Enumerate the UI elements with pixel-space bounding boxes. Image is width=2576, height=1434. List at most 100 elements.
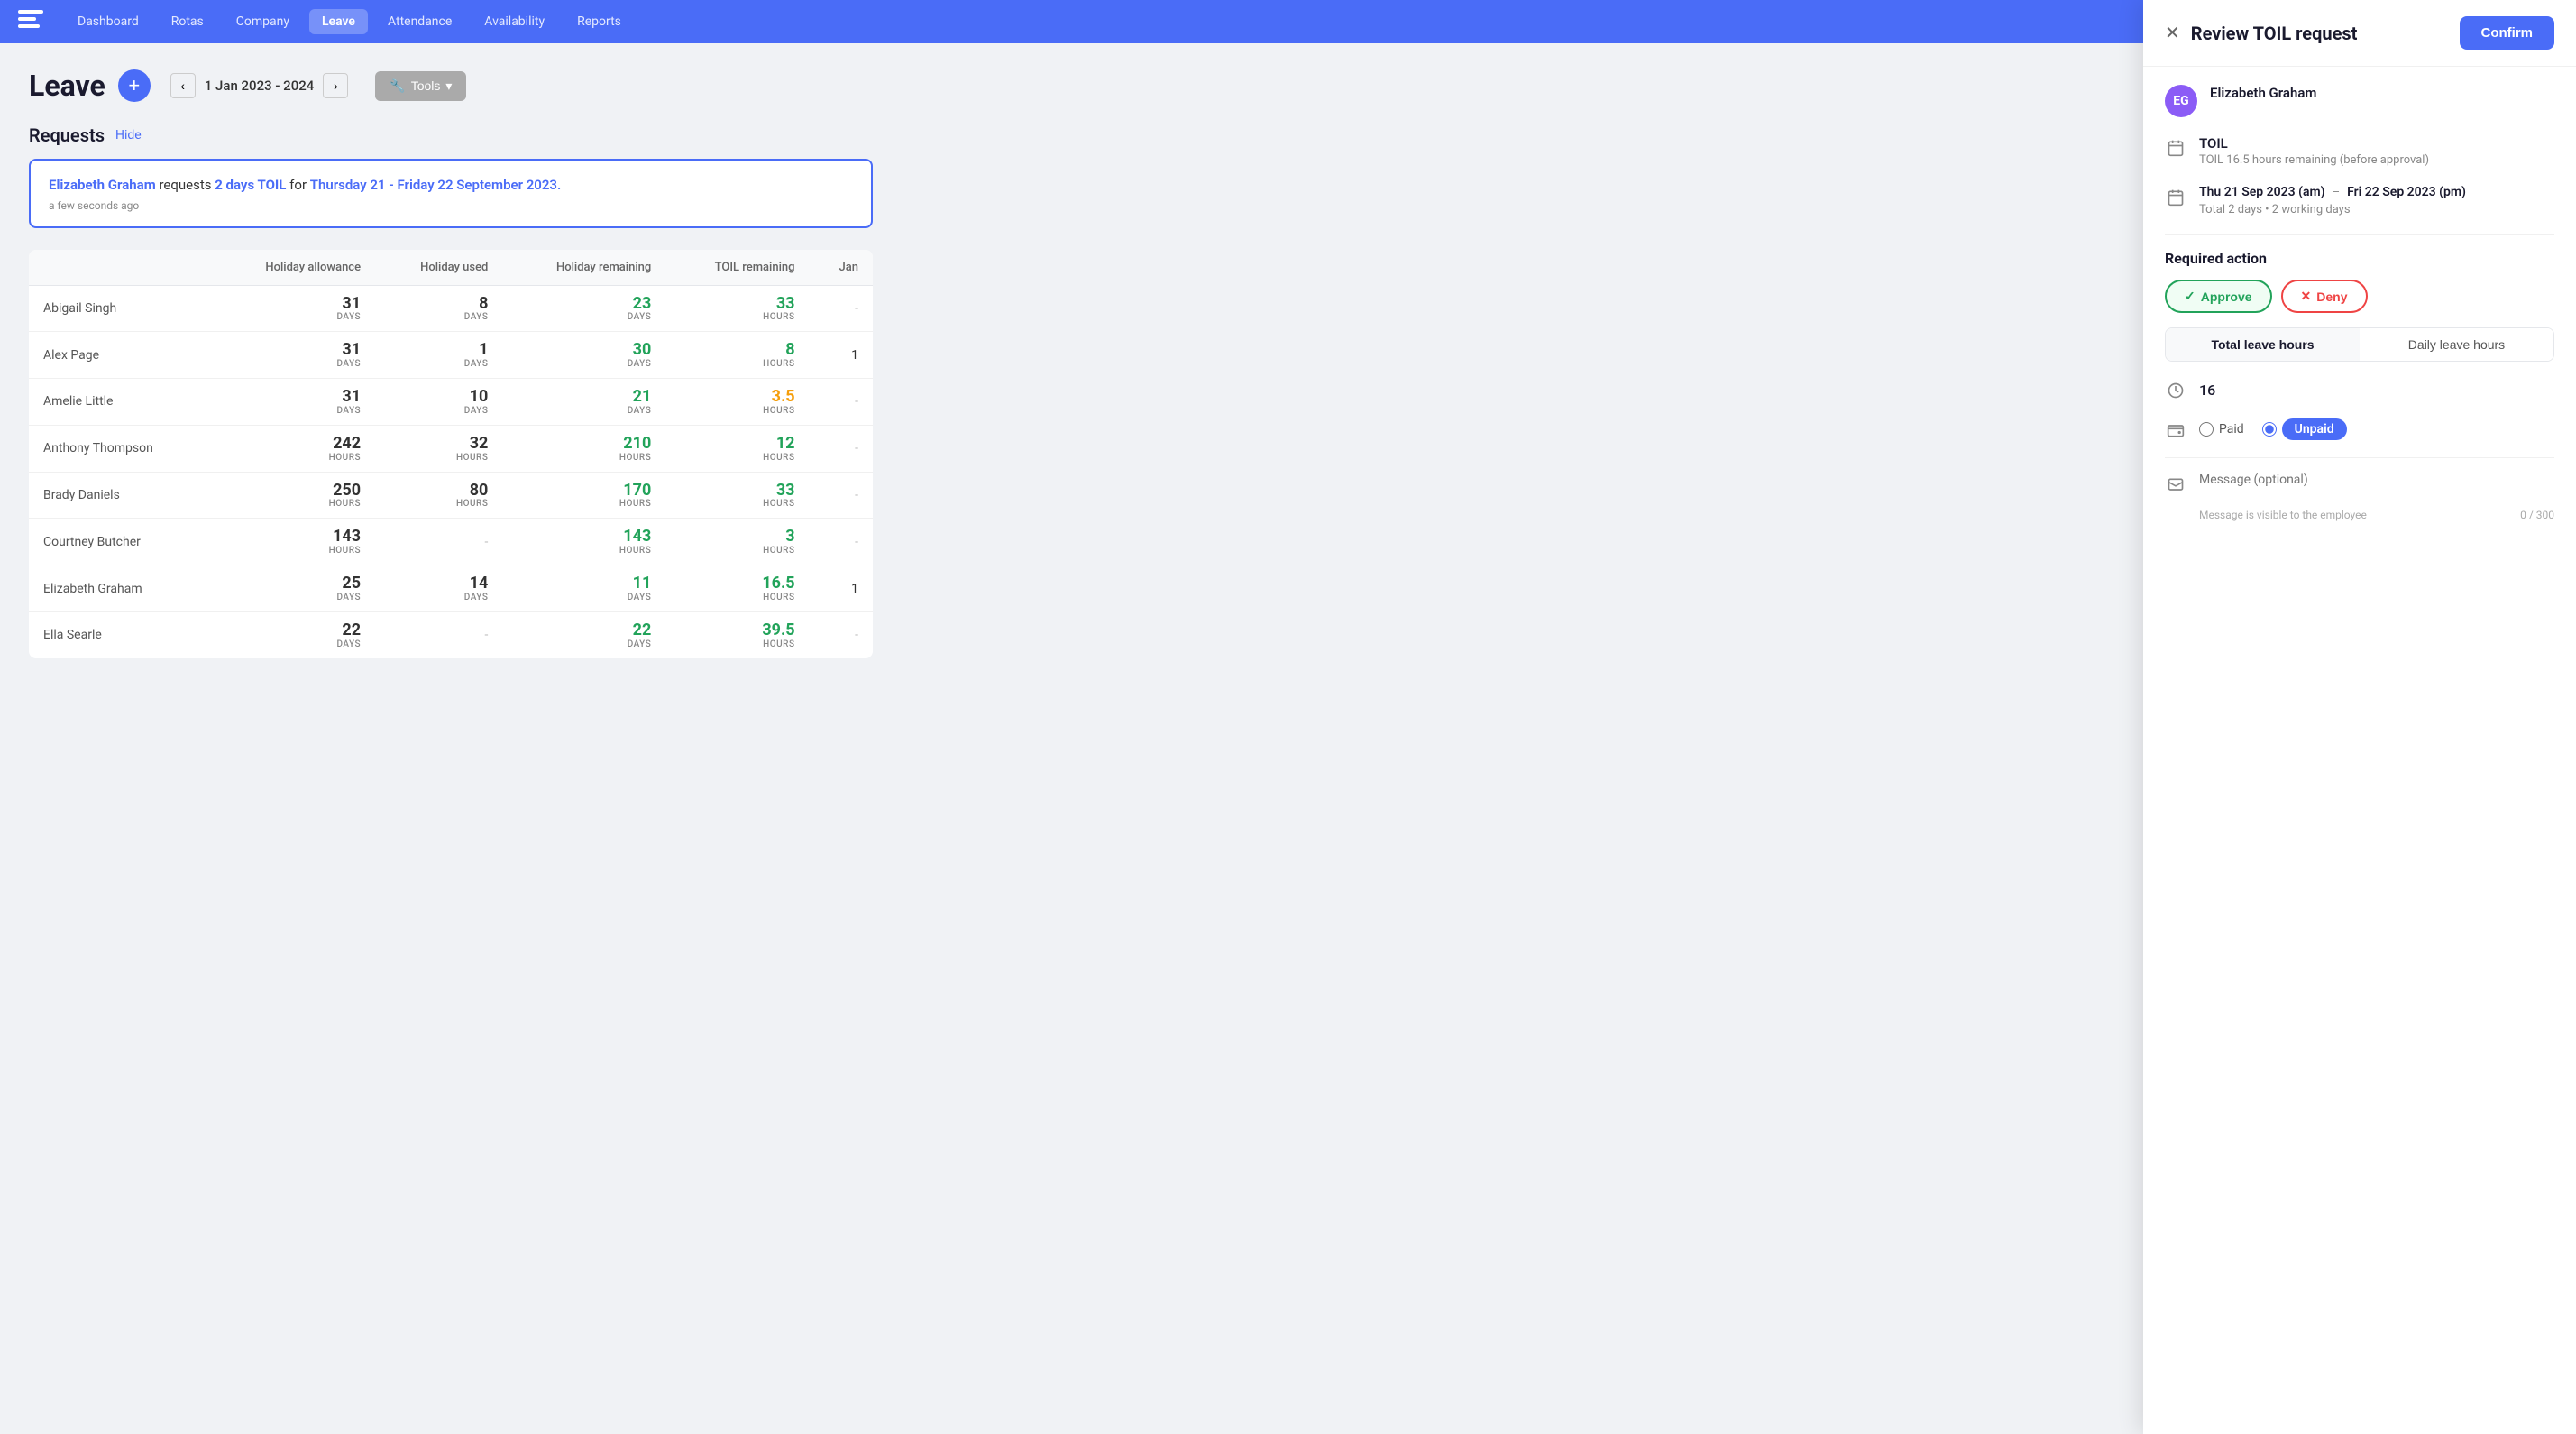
daily-hours-tab[interactable]: Daily leave hours (2360, 328, 2553, 361)
paid-radio[interactable] (2199, 422, 2214, 437)
nav-reports[interactable]: Reports (564, 9, 634, 34)
employee-name-cell: Alex Page (29, 332, 212, 379)
data-cell: 31DAYS (212, 285, 375, 332)
required-action-section: Required action ✓ Approve ✕ Deny Total l… (2165, 250, 2554, 521)
main-content: Leave + ‹ 1 Jan 2023 - 2024 › 🔧 Tools ▾ … (0, 43, 902, 684)
logo-icon (18, 10, 43, 33)
employee-name-cell: Amelie Little (29, 379, 212, 426)
page-header: Leave + ‹ 1 Jan 2023 - 2024 › 🔧 Tools ▾ (29, 69, 873, 103)
date-meta: Total 2 days • 2 working days (2199, 203, 2466, 216)
data-cell: 242HOURS (212, 425, 375, 472)
jan-cell: - (810, 425, 873, 472)
request-timestamp: a few seconds ago (49, 199, 853, 212)
table-row: Alex Page31DAYS1DAYS30DAYS8HOURS1 (29, 332, 873, 379)
data-cell: 32HOURS (375, 425, 502, 472)
message-input[interactable] (2199, 473, 2554, 501)
requests-title: Requests (29, 124, 105, 146)
action-buttons: ✓ Approve ✕ Deny (2165, 280, 2554, 313)
col-toil-remaining: TOIL remaining (665, 250, 809, 286)
nav-leave[interactable]: Leave (309, 9, 368, 34)
data-cell: 210HOURS (502, 425, 665, 472)
request-card[interactable]: Elizabeth Graham requests 2 days TOIL fo… (29, 159, 873, 228)
employee-name-cell: Courtney Butcher (29, 519, 212, 565)
data-cell: 14DAYS (375, 565, 502, 612)
paid-label: Paid (2219, 422, 2244, 437)
tools-button[interactable]: 🔧 Tools ▾ (375, 71, 466, 101)
clock-icon (2165, 380, 2186, 401)
jan-cell: - (810, 472, 873, 519)
data-cell: 143HOURS (502, 519, 665, 565)
data-cell: 39.5HOURS (665, 612, 809, 658)
requests-header: Requests Hide (29, 124, 873, 146)
date-range: Thu 21 Sep 2023 (am) – Fri 22 Sep 2023 (… (2199, 185, 2466, 199)
panel-header: ✕ Review TOIL request Confirm (2143, 0, 2576, 67)
data-cell: 170HOURS (502, 472, 665, 519)
table-header-row: Holiday allowance Holiday used Holiday r… (29, 250, 873, 286)
data-cell: 3.5HOURS (665, 379, 809, 426)
tools-label: Tools (411, 78, 441, 93)
confirm-button[interactable]: Confirm (2460, 16, 2555, 50)
divider-2 (2165, 457, 2554, 458)
employee-name-cell: Ella Searle (29, 612, 212, 658)
col-holiday-used: Holiday used (375, 250, 502, 286)
jan-cell: - (810, 519, 873, 565)
approve-button[interactable]: ✓ Approve (2165, 280, 2272, 313)
unpaid-radio[interactable] (2262, 422, 2277, 437)
leave-type-sub: TOIL 16.5 hours remaining (before approv… (2199, 153, 2429, 167)
close-button[interactable]: ✕ (2165, 24, 2180, 42)
nav-attendance[interactable]: Attendance (375, 9, 464, 34)
total-hours-tab[interactable]: Total leave hours (2166, 328, 2360, 361)
employee-row: EG Elizabeth Graham (2165, 85, 2554, 117)
data-cell: - (375, 519, 502, 565)
data-cell: 11DAYS (502, 565, 665, 612)
nav-rotas[interactable]: Rotas (159, 9, 216, 34)
leave-type-row: TOIL TOIL 16.5 hours remaining (before a… (2165, 135, 2554, 167)
data-cell: 33HOURS (665, 472, 809, 519)
table-row: Ella Searle22DAYS-22DAYS39.5HOURS- (29, 612, 873, 658)
data-cell: 143HOURS (212, 519, 375, 565)
hours-value: 16 (2199, 381, 2215, 399)
unpaid-option[interactable]: Unpaid (2262, 418, 2347, 440)
unpaid-label-selected: Unpaid (2282, 418, 2347, 440)
employee-name-cell: Elizabeth Graham (29, 565, 212, 612)
message-visibility: Message is visible to the employee (2199, 509, 2367, 521)
request-text: Elizabeth Graham requests 2 days TOIL fo… (49, 175, 853, 196)
prev-period-button[interactable]: ‹ (170, 73, 196, 98)
data-cell: 25DAYS (212, 565, 375, 612)
deny-button[interactable]: ✕ Deny (2281, 280, 2368, 313)
request-employee-name: Elizabeth Graham (49, 177, 156, 193)
table-row: Abigail Singh31DAYS8DAYS23DAYS33HOURS- (29, 285, 873, 332)
nav-dashboard[interactable]: Dashboard (65, 9, 151, 34)
date-range-label: 1 Jan 2023 - 2024 (205, 78, 315, 94)
table-row: Courtney Butcher143HOURS-143HOURS3HOURS- (29, 519, 873, 565)
table-row: Anthony Thompson242HOURS32HOURS210HOURS1… (29, 425, 873, 472)
avatar-initials: EG (2173, 94, 2188, 108)
jan-cell: 1 (810, 565, 873, 612)
data-cell: 3HOURS (665, 519, 809, 565)
message-icon (2165, 474, 2186, 496)
wrench-icon: 🔧 (390, 78, 405, 94)
request-date-range: Thursday 21 - Friday 22 September 2023. (310, 177, 562, 193)
hide-link[interactable]: Hide (115, 128, 142, 142)
message-count: 0 / 300 (2520, 509, 2554, 521)
col-name (29, 250, 212, 286)
data-cell: 8DAYS (375, 285, 502, 332)
jan-cell: - (810, 612, 873, 658)
table-row: Elizabeth Graham25DAYS14DAYS11DAYS16.5HO… (29, 565, 873, 612)
col-jan: Jan (810, 250, 873, 286)
check-icon: ✓ (2185, 289, 2196, 304)
add-button[interactable]: + (118, 69, 151, 102)
data-cell: 21DAYS (502, 379, 665, 426)
nav-availability[interactable]: Availability (472, 9, 557, 34)
approve-label: Approve (2201, 290, 2252, 304)
data-cell: 250HOURS (212, 472, 375, 519)
panel-body: EG Elizabeth Graham TOIL TOIL 16.5 hours… (2143, 67, 2576, 1434)
paid-option[interactable]: Paid (2199, 422, 2244, 437)
required-action-label: Required action (2165, 250, 2554, 267)
nav-company[interactable]: Company (224, 9, 302, 34)
next-period-button[interactable]: › (323, 73, 348, 98)
col-holiday-allowance: Holiday allowance (212, 250, 375, 286)
date-row: Thu 21 Sep 2023 (am) – Fri 22 Sep 2023 (… (2165, 185, 2554, 216)
avatar: EG (2165, 85, 2197, 117)
data-cell: 23DAYS (502, 285, 665, 332)
